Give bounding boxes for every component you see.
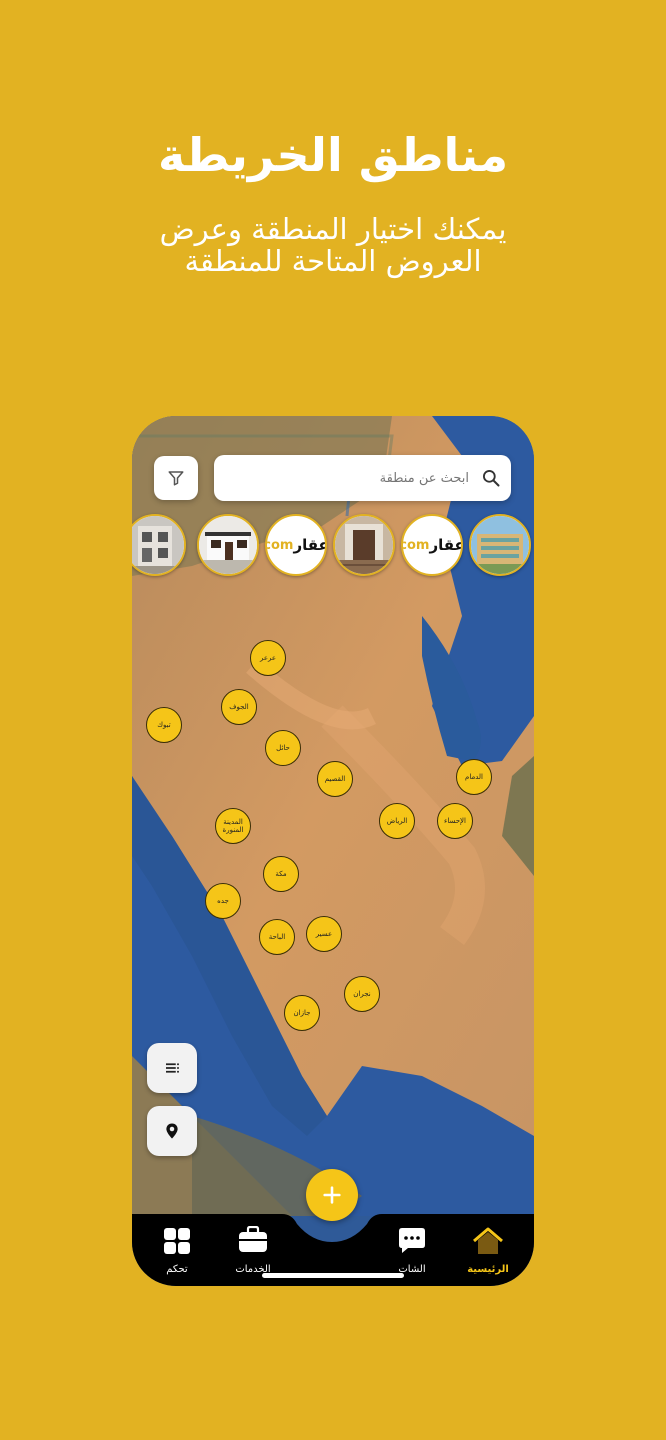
region-pin-aljouf[interactable]: الجوف — [221, 689, 257, 725]
region-pin-ahsa[interactable]: الإحساء — [437, 803, 473, 839]
tab-home-label: الرئيسية — [467, 1264, 509, 1275]
tab-control-label: تحكم — [166, 1264, 188, 1275]
entrance-photo-icon — [335, 516, 393, 574]
region-pin-baha[interactable]: الباحة — [259, 919, 295, 955]
tab-services[interactable]: الخدمات — [223, 1225, 283, 1275]
story-entrance-photo[interactable] — [333, 514, 395, 576]
location-pin-icon — [166, 1123, 178, 1139]
search-icon[interactable] — [471, 468, 511, 488]
briefcase-icon — [239, 1225, 267, 1252]
region-pin-asir[interactable]: عسير — [306, 916, 342, 952]
search-input[interactable] — [237, 469, 471, 487]
villa-photo-icon — [199, 516, 257, 574]
phone-screen: comعقار comعقار عرعر الجوف تبوك حائل الق… — [132, 416, 534, 1286]
list-icon — [166, 1063, 179, 1073]
promo-subtitle-line1: يمكنك اختيار المنطقة وعرض — [159, 212, 507, 246]
aqar-logo: com عقار — [265, 536, 327, 554]
region-pin-jazan[interactable]: جازان — [284, 995, 320, 1031]
home-icon — [473, 1227, 503, 1254]
chat-icon — [399, 1228, 425, 1253]
story-aqar-logo[interactable]: com عقار — [265, 514, 327, 576]
region-pin-jeddah[interactable]: جده — [205, 883, 241, 919]
aqar-logo: com عقار — [401, 536, 463, 554]
home-indicator[interactable] — [262, 1273, 404, 1278]
promo-subtitle-line2: العروض المتاحة للمنطقة — [184, 244, 482, 278]
tab-chat[interactable]: الشات — [382, 1226, 442, 1275]
region-pin-makkah[interactable]: مكة — [263, 856, 299, 892]
plus-icon — [323, 1186, 341, 1204]
tab-home[interactable]: الرئيسية — [458, 1226, 518, 1275]
list-view-button[interactable] — [147, 1043, 197, 1093]
filter-icon — [168, 471, 184, 486]
story-apartment-photo[interactable] — [469, 514, 531, 576]
region-pin-qassim[interactable]: القصيم — [317, 761, 353, 797]
region-pin-hail[interactable]: حائل — [265, 730, 301, 766]
story-aqar-logo-2[interactable]: com عقار — [401, 514, 463, 576]
grid-icon — [164, 1228, 190, 1254]
tab-control[interactable]: تحكم — [147, 1226, 207, 1275]
region-pin-dammam[interactable]: الدمام — [456, 759, 492, 795]
add-listing-button[interactable] — [306, 1169, 358, 1221]
region-pin-najran[interactable]: نجران — [344, 976, 380, 1012]
my-location-button[interactable] — [147, 1106, 197, 1156]
search-bar[interactable] — [214, 455, 511, 501]
apartment-photo-icon — [471, 516, 529, 574]
building-photo-icon — [132, 516, 184, 574]
region-pin-riyadh[interactable]: الرياض — [379, 803, 415, 839]
region-pin-arar[interactable]: عرعر — [250, 640, 286, 676]
filter-button[interactable] — [154, 456, 198, 500]
promo-title: مناطق الخريطة — [157, 128, 509, 182]
region-pin-tabuk[interactable]: تبوك — [146, 707, 182, 743]
story-villa-photo[interactable] — [197, 514, 259, 576]
region-pin-madinah[interactable]: المدينة المنورة — [215, 808, 251, 844]
